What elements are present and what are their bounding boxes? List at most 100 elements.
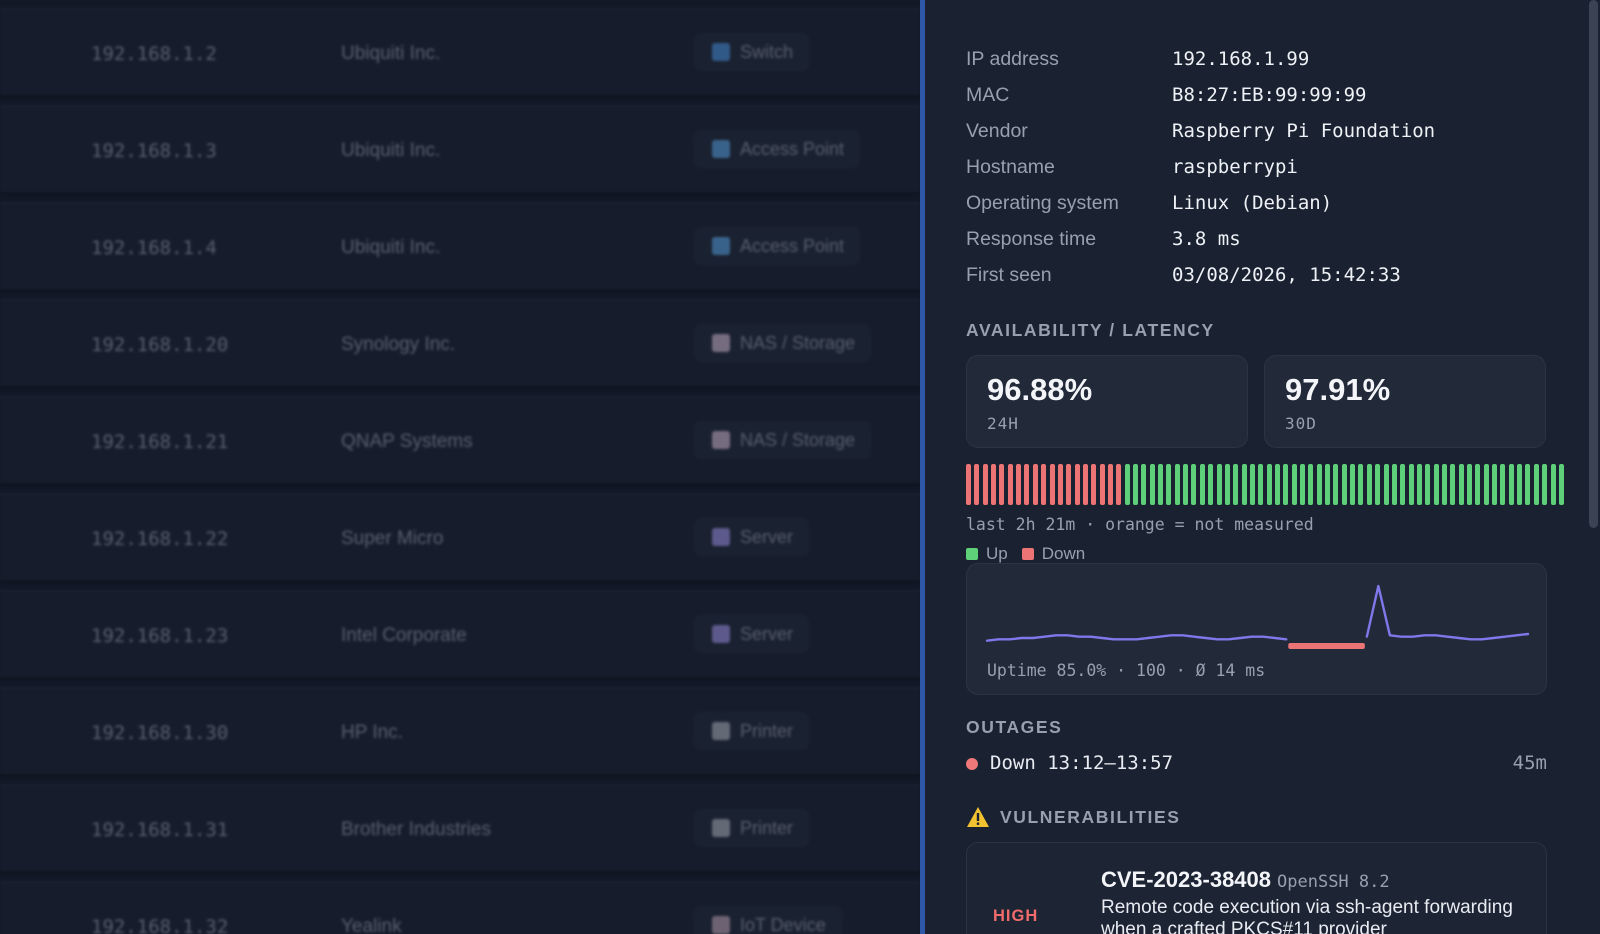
heatmap-bar-up[interactable]: [1308, 464, 1314, 505]
latency-down-segment: [1288, 643, 1365, 649]
heatmap-bar-up[interactable]: [1400, 464, 1406, 505]
heatmap-bar-down[interactable]: [1116, 464, 1122, 505]
heatmap-bar-up[interactable]: [1358, 464, 1364, 505]
heatmap-bar-down[interactable]: [982, 464, 988, 505]
heatmap-bar-up[interactable]: [1383, 464, 1389, 505]
heatmap-bar-down[interactable]: [1074, 464, 1080, 505]
detail-field-value[interactable]: 03/08/2026, 15:42:33: [1172, 264, 1401, 286]
heatmap-bar-down[interactable]: [1024, 464, 1030, 505]
heatmap-bar-up[interactable]: [1258, 464, 1264, 505]
heatmap-bar-up[interactable]: [1249, 464, 1255, 505]
heatmap-bar-up[interactable]: [1542, 464, 1548, 505]
heatmap-bar-down[interactable]: [1082, 464, 1088, 505]
heatmap-bar-down[interactable]: [1049, 464, 1055, 505]
heatmap-bar-down[interactable]: [1007, 464, 1013, 505]
heatmap-bar-up[interactable]: [1475, 464, 1481, 505]
detail-field-value[interactable]: Linux (Debian): [1172, 192, 1332, 214]
heatmap-bar-up[interactable]: [1124, 464, 1130, 505]
device-row[interactable]: 192.168.1.22 Super Micro Server: [0, 493, 920, 583]
heatmap-bar-up[interactable]: [1375, 464, 1381, 505]
detail-field-value[interactable]: 192.168.1.99: [1172, 48, 1309, 70]
device-row[interactable]: 192.168.1.2 Ubiquiti Inc. Switch: [0, 8, 920, 98]
heatmap-bar-down[interactable]: [1057, 464, 1063, 505]
heatmap-bar-up[interactable]: [1291, 464, 1297, 505]
heatmap-bar-down[interactable]: [999, 464, 1005, 505]
heatmap-bar-up[interactable]: [1191, 464, 1197, 505]
heatmap-bar-down[interactable]: [1099, 464, 1105, 505]
outage-item[interactable]: Down 13:12–13:57 45m: [966, 752, 1547, 778]
device-row[interactable]: 192.168.1.4 Ubiquiti Inc. Access Point: [0, 202, 920, 292]
heatmap-bar-up[interactable]: [1283, 464, 1289, 505]
heatmap-bar-up[interactable]: [1208, 464, 1214, 505]
vulnerabilities-title: VULNERABILITIES: [1000, 806, 1181, 827]
heatmap-bar-up[interactable]: [1467, 464, 1472, 505]
device-row[interactable]: 192.168.1.31 Brother Industries Printer: [0, 784, 920, 874]
heatmap-bar-up[interactable]: [1158, 464, 1164, 505]
heatmap-bar-down[interactable]: [1066, 464, 1072, 505]
heatmap-bar-up[interactable]: [1274, 464, 1280, 505]
heatmap-bar-up[interactable]: [1199, 464, 1205, 505]
heatmap-bar-up[interactable]: [1433, 464, 1439, 505]
heatmap-bar-up[interactable]: [1458, 464, 1464, 505]
device-type-badge: Server: [694, 518, 810, 556]
detail-field-value[interactable]: 3.8 ms: [1172, 228, 1241, 250]
heatmap-bar-up[interactable]: [1300, 464, 1305, 505]
heatmap-bar-up[interactable]: [1141, 464, 1147, 505]
heatmap-bar-up[interactable]: [1166, 464, 1172, 505]
device-row[interactable]: 192.168.1.30 HP Inc. Printer: [0, 687, 920, 777]
heatmap-bar-up[interactable]: [1233, 464, 1239, 505]
iot-icon: [712, 916, 730, 934]
heatmap-bar-down[interactable]: [1016, 464, 1022, 505]
heatmap-bar-up[interactable]: [1149, 464, 1155, 505]
heatmap-bar-up[interactable]: [1533, 464, 1539, 505]
heatmap-bar-up[interactable]: [1241, 464, 1247, 505]
device-row[interactable]: 192.168.1.3 Ubiquiti Inc. Access Point: [0, 105, 920, 195]
heatmap-bar-up[interactable]: [1341, 464, 1347, 505]
vulnerability-card[interactable]: HIGH CVE-2023-38408 OpenSSH 8.2 Remote co…: [966, 842, 1547, 934]
heatmap-bar-down[interactable]: [1091, 464, 1097, 505]
heatmap-bar-up[interactable]: [1416, 464, 1422, 505]
heatmap-bar-up[interactable]: [1133, 464, 1138, 505]
heatmap-bar-up[interactable]: [1492, 464, 1498, 505]
heatmap-bar-down[interactable]: [974, 464, 980, 505]
device-type-label: Access Point: [740, 138, 845, 159]
heatmap-bar-up[interactable]: [1441, 464, 1447, 505]
heatmap-bar-up[interactable]: [1350, 464, 1356, 505]
device-row[interactable]: 192.168.1.32 Yealink IoT Device: [0, 881, 920, 934]
detail-field-value[interactable]: raspberrypi: [1172, 156, 1298, 178]
heatmap-bar-up[interactable]: [1500, 464, 1506, 505]
heatmap-bar-up[interactable]: [1325, 464, 1331, 505]
device-row[interactable]: 192.168.1.20 Synology Inc. NAS / Storage: [0, 299, 920, 389]
heatmap-bar-down[interactable]: [991, 464, 997, 505]
device-row[interactable]: 192.168.1.21 QNAP Systems NAS / Storage: [0, 396, 920, 486]
heatmap-bar-up[interactable]: [1408, 464, 1414, 505]
heatmap-bar-up[interactable]: [1450, 464, 1456, 505]
heatmap-bar-up[interactable]: [1316, 464, 1322, 505]
heatmap-bar-up[interactable]: [1550, 464, 1556, 505]
heatmap-bar-up[interactable]: [1333, 464, 1339, 505]
heatmap-bar-up[interactable]: [1483, 464, 1489, 505]
heatmap-bar-up[interactable]: [1216, 464, 1222, 505]
heatmap-bar-down[interactable]: [966, 464, 971, 505]
heatmap-bar-up[interactable]: [1517, 464, 1523, 505]
heatmap-bar-down[interactable]: [1107, 464, 1113, 505]
heatmap-bar-up[interactable]: [1366, 464, 1372, 505]
device-row[interactable]: 192.168.1.23 Intel Corporate Server: [0, 590, 920, 680]
heatmap-bar-up[interactable]: [1425, 464, 1431, 505]
device-type-badge: Server: [694, 615, 810, 653]
heatmap-bar-up[interactable]: [1183, 464, 1189, 505]
detail-field-value[interactable]: Raspberry Pi Foundation: [1172, 120, 1435, 142]
heatmap-bar-down[interactable]: [1032, 464, 1038, 505]
heatmap-bar-up[interactable]: [1558, 464, 1564, 505]
heatmap-bar-up[interactable]: [1266, 464, 1272, 505]
heatmap-bar-down[interactable]: [1041, 464, 1047, 505]
heatmap-bar-up[interactable]: [1224, 464, 1230, 505]
detail-field-value[interactable]: B8:27:EB:99:99:99: [1172, 84, 1366, 106]
scrollbar-thumb[interactable]: [1589, 0, 1598, 528]
heatmap-bar-up[interactable]: [1391, 464, 1397, 505]
heatmap-bar-up[interactable]: [1508, 464, 1514, 505]
heatmap-bar-up[interactable]: [1174, 464, 1180, 505]
panel-scrollbar[interactable]: [1586, 0, 1600, 934]
device-ip: 192.168.1.32: [91, 916, 229, 934]
heatmap-bar-up[interactable]: [1525, 464, 1531, 505]
